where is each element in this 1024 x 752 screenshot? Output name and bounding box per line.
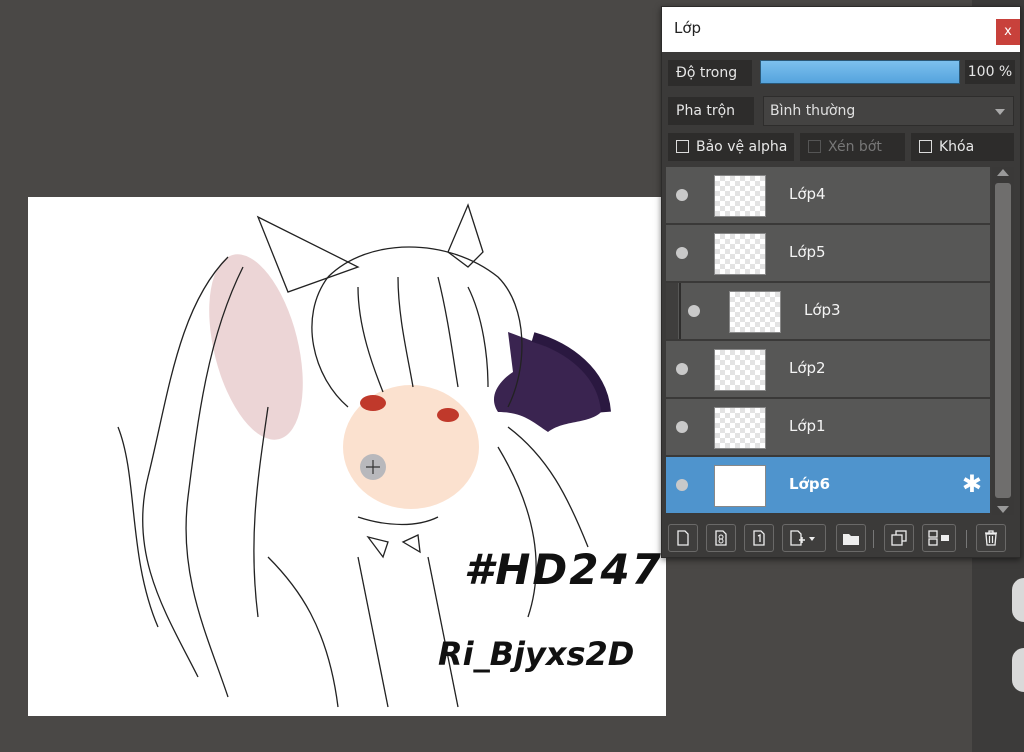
checkbox-icon xyxy=(676,140,689,153)
visibility-icon[interactable] xyxy=(676,189,688,201)
folder-icon xyxy=(843,534,859,545)
side-handle[interactable] xyxy=(1012,648,1024,692)
close-icon: x xyxy=(1004,24,1012,39)
new-8bit-layer-button[interactable] xyxy=(706,524,736,552)
clipping-indent xyxy=(666,283,678,339)
visibility-icon[interactable] xyxy=(676,363,688,375)
new-8bit-layer-icon xyxy=(715,530,727,546)
new-layer-button[interactable] xyxy=(668,524,698,552)
visibility-icon[interactable] xyxy=(688,305,700,317)
layer-name: Lớp6 xyxy=(789,475,831,493)
toolbar-separator xyxy=(966,530,967,548)
opacity-label: Độ trong xyxy=(668,60,752,86)
layer-name: Lớp1 xyxy=(789,417,826,435)
layer-row[interactable]: Lớp2 xyxy=(666,341,990,398)
new-layer-icon xyxy=(677,530,689,546)
layer-thumbnail xyxy=(714,349,766,391)
delete-layer-icon xyxy=(985,530,997,546)
checkbox-icon xyxy=(808,140,821,153)
duplicate-layer-button[interactable] xyxy=(884,524,914,552)
canvas-text-line1: #HD247 xyxy=(464,545,663,594)
layer-name: Lớp4 xyxy=(789,185,826,203)
layer-name: Lớp5 xyxy=(789,243,826,261)
visibility-icon[interactable] xyxy=(676,247,688,259)
panel-title: Lớp xyxy=(674,19,702,37)
add-layer-dropdown-button[interactable] xyxy=(782,524,826,552)
lock-label: Khóa xyxy=(939,139,975,155)
duplicate-layer-icon xyxy=(891,530,907,546)
layer-name: Lớp2 xyxy=(789,359,826,377)
layer-scrollbar[interactable] xyxy=(992,167,1014,515)
panel-titlebar[interactable]: Lớp x xyxy=(662,7,1020,52)
delete-layer-button[interactable] xyxy=(976,524,1006,552)
layer-thumbnail xyxy=(729,291,781,333)
new-1bit-layer-icon xyxy=(753,530,765,546)
layer-thumbnail xyxy=(714,233,766,275)
new-folder-button[interactable] xyxy=(836,524,866,552)
layer-list: Lớp4 Lớp5 Lớp3 Lớp2 Lớp1 Lớp6 ✱ xyxy=(666,167,990,515)
scroll-up-icon[interactable] xyxy=(997,169,1009,176)
drawing-canvas[interactable]: #HD247 Ri_Bjyxs2D xyxy=(28,197,666,716)
layer-panel: Lớp x Độ trong 100 % Pha trộn Bình thườn… xyxy=(661,6,1021,558)
blend-mode-select[interactable]: Bình thường xyxy=(763,96,1014,126)
scroll-down-icon[interactable] xyxy=(997,506,1009,513)
add-layer-dropdown-icon xyxy=(790,530,815,546)
scroll-thumb[interactable] xyxy=(995,183,1011,498)
opacity-value[interactable]: 100 % xyxy=(965,60,1015,84)
checkbox-icon xyxy=(919,140,932,153)
layer-thumbnail xyxy=(714,465,766,507)
clipping-checkbox[interactable]: Xén bớt xyxy=(800,133,905,161)
layer-thumbnail xyxy=(714,175,766,217)
side-handle[interactable] xyxy=(1012,578,1024,622)
layer-row-selected[interactable]: Lớp6 ✱ xyxy=(666,457,990,514)
clipping-label: Xén bớt xyxy=(828,139,882,155)
layer-row[interactable]: Lớp3 xyxy=(666,283,990,340)
layer-toolbar xyxy=(666,520,1016,554)
visibility-icon[interactable] xyxy=(676,421,688,433)
clipping-indicator xyxy=(679,283,681,339)
layer-name: Lớp3 xyxy=(804,301,841,319)
merge-down-icon xyxy=(928,530,949,546)
visibility-icon[interactable] xyxy=(676,479,688,491)
chevron-down-icon xyxy=(995,109,1005,115)
layer-row[interactable]: Lớp5 xyxy=(666,225,990,282)
merge-down-button[interactable] xyxy=(922,524,956,552)
layer-thumbnail xyxy=(714,407,766,449)
protect-alpha-checkbox[interactable]: Bảo vệ alpha xyxy=(668,133,794,161)
blend-mode-label: Pha trộn xyxy=(668,97,754,125)
gear-icon[interactable]: ✱ xyxy=(962,472,982,496)
lock-checkbox[interactable]: Khóa xyxy=(911,133,1014,161)
layer-row[interactable]: Lớp4 xyxy=(666,167,990,224)
blend-mode-value: Bình thường xyxy=(770,103,856,119)
layer-row[interactable]: Lớp1 xyxy=(666,399,990,456)
opacity-slider[interactable] xyxy=(760,60,960,84)
canvas-text-line2: Ri_Bjyxs2D xyxy=(438,635,635,673)
close-button[interactable]: x xyxy=(996,19,1020,45)
protect-alpha-label: Bảo vệ alpha xyxy=(696,139,788,155)
toolbar-separator xyxy=(873,530,874,548)
new-1bit-layer-button[interactable] xyxy=(744,524,774,552)
